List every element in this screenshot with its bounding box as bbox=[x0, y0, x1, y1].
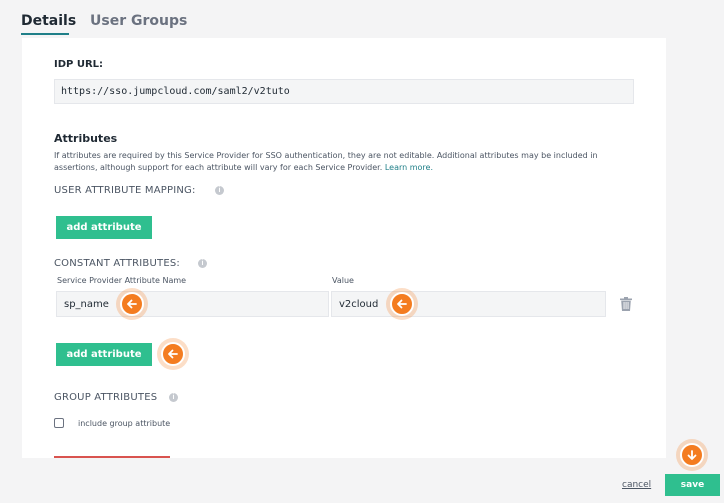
hint-arrow-down-icon bbox=[680, 443, 704, 467]
tab-details[interactable]: Details bbox=[21, 13, 76, 29]
attribute-name-column-label: Service Provider Attribute Name bbox=[57, 276, 187, 285]
attributes-description-text: If attributes are required by this Servi… bbox=[54, 151, 598, 172]
user-attribute-mapping-label: USER ATTRIBUTE MAPPING: bbox=[54, 185, 196, 196]
active-tab-indicator bbox=[21, 33, 69, 35]
tab-bar: Details User Groups bbox=[0, 0, 724, 38]
attribute-value-input[interactable]: v2cloud bbox=[331, 291, 606, 317]
attribute-value-column-label: Value bbox=[332, 276, 354, 285]
constant-attributes-label: CONSTANT ATTRIBUTES: bbox=[54, 258, 180, 269]
add-constant-attribute-button[interactable]: add attribute bbox=[56, 343, 152, 366]
info-icon[interactable]: i bbox=[215, 186, 224, 195]
hint-arrow-left-icon bbox=[120, 292, 144, 316]
include-group-attribute-label: include group attribute bbox=[78, 419, 171, 428]
attributes-description: If attributes are required by this Servi… bbox=[54, 150, 614, 174]
add-user-attribute-button[interactable]: add attribute bbox=[56, 216, 152, 239]
learn-more-link[interactable]: Learn more. bbox=[385, 163, 433, 172]
details-panel: IDP URL: https://sso.jumpcloud.com/saml2… bbox=[22, 38, 666, 458]
idp-url-field[interactable]: https://sso.jumpcloud.com/saml2/v2tuto bbox=[54, 79, 634, 104]
cancel-link[interactable]: cancel bbox=[622, 480, 651, 490]
group-attributes-label: GROUP ATTRIBUTES bbox=[54, 392, 158, 403]
info-icon[interactable]: i bbox=[169, 393, 178, 402]
trash-icon[interactable] bbox=[620, 297, 632, 311]
attributes-title: Attributes bbox=[54, 132, 118, 145]
delete-button-edge[interactable] bbox=[54, 456, 170, 458]
hint-arrow-left-icon bbox=[161, 342, 185, 366]
tab-user-groups[interactable]: User Groups bbox=[90, 13, 187, 29]
include-group-attribute-checkbox[interactable] bbox=[54, 418, 64, 428]
save-button[interactable]: save bbox=[665, 474, 720, 496]
attribute-name-input[interactable]: sp_name bbox=[56, 291, 329, 317]
hint-arrow-left-icon bbox=[390, 292, 414, 316]
info-icon[interactable]: i bbox=[198, 259, 207, 268]
idp-url-label: IDP URL: bbox=[54, 59, 104, 70]
